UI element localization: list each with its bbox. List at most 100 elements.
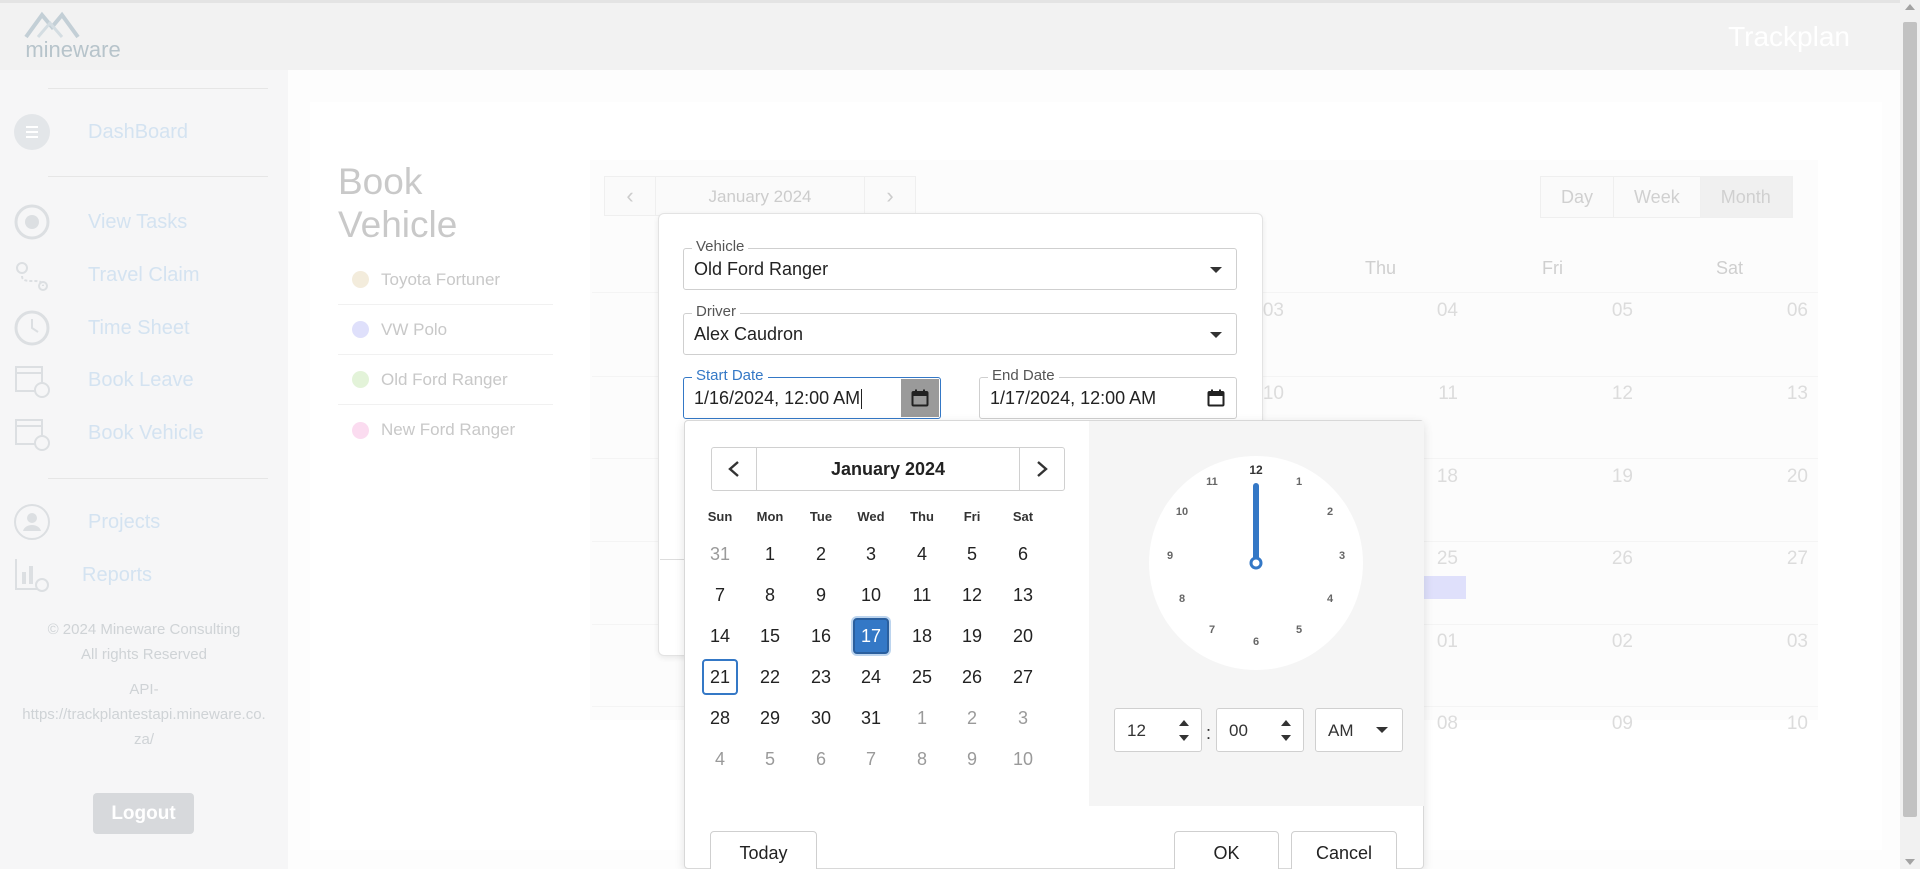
calendar-day[interactable]: 06 [1768,300,1808,322]
prev-month-button[interactable] [712,448,756,490]
picker-day[interactable]: 8 [904,741,940,777]
calendar-day[interactable]: 18 [1418,466,1458,488]
sidebar-item-time-sheet[interactable]: Time Sheet [0,304,288,352]
sidebar-item-reports[interactable]: Reports [0,551,288,599]
picker-day[interactable]: 5 [752,741,788,777]
driver-select[interactable]: Driver Alex Caudron [683,303,1237,355]
picker-day-selected[interactable]: 17 [853,618,889,654]
calendar-day[interactable]: 25 [1418,548,1458,570]
picker-day[interactable]: 22 [752,659,788,695]
picker-day[interactable]: 4 [702,741,738,777]
picker-day[interactable]: 23 [803,659,839,695]
picker-day[interactable]: 18 [904,618,940,654]
scroll-down-arrow-icon[interactable] [1905,859,1915,865]
calendar-day[interactable]: 11 [1418,383,1458,405]
view-day-button[interactable]: Day [1541,177,1615,217]
view-month-button[interactable]: Month [1700,177,1792,217]
picker-day[interactable]: 6 [1005,536,1041,572]
picker-day[interactable]: 28 [702,700,738,736]
logout-button[interactable]: Logout [93,793,194,834]
picker-day[interactable]: 15 [752,618,788,654]
picker-day[interactable]: 12 [954,577,990,613]
hour-spinner[interactable]: 12 [1114,708,1202,752]
picker-day[interactable]: 14 [702,618,738,654]
picker-day[interactable]: 9 [954,741,990,777]
scroll-up-arrow-icon[interactable] [1905,4,1915,10]
picker-day[interactable]: 16 [803,618,839,654]
scroll-thumb[interactable] [1903,22,1917,817]
vehicle-legend-item[interactable]: VW Polo [338,305,553,355]
picker-day[interactable]: 2 [954,700,990,736]
picker-day[interactable]: 1 [752,536,788,572]
picker-day[interactable]: 20 [1005,618,1041,654]
calendar-day[interactable]: 09 [1593,713,1633,735]
picker-day[interactable]: 5 [954,536,990,572]
sidebar-item-dashboard[interactable]: DashBoard [0,108,288,156]
picker-day[interactable]: 8 [752,577,788,613]
calendar-day[interactable]: 04 [1418,300,1458,322]
page-scrollbar[interactable] [1900,0,1920,869]
picker-day[interactable]: 13 [1005,577,1041,613]
decrement-arrow-icon[interactable] [1281,735,1291,741]
picker-day[interactable]: 26 [954,659,990,695]
vehicle-legend-item[interactable]: Old Ford Ranger [338,355,553,405]
ok-button[interactable]: OK [1174,831,1279,869]
picker-day[interactable]: 4 [904,536,940,572]
chevron-down-icon[interactable] [1210,332,1222,338]
picker-day[interactable]: 27 [1005,659,1041,695]
view-week-button[interactable]: Week [1614,177,1701,217]
picker-day[interactable]: 19 [954,618,990,654]
calendar-prev-button[interactable]: ‹ [605,183,655,209]
calendar-day[interactable]: 13 [1768,383,1808,405]
calendar-day[interactable]: 08 [1418,713,1458,735]
picker-day[interactable]: 11 [904,577,940,613]
calendar-toggle-button[interactable] [901,379,939,417]
calendar-day[interactable]: 02 [1593,631,1633,653]
picker-day[interactable]: 7 [702,577,738,613]
picker-day[interactable]: 6 [803,741,839,777]
increment-arrow-icon[interactable] [1179,720,1189,726]
next-month-button[interactable] [1020,448,1064,490]
calendar-day[interactable]: 03 [1768,631,1808,653]
picker-day[interactable]: 24 [853,659,889,695]
sidebar-item-view-tasks[interactable]: View Tasks [0,198,288,246]
picker-day[interactable]: 10 [1005,741,1041,777]
minute-spinner[interactable]: 00 [1216,708,1304,752]
sidebar-item-book-vehicle[interactable]: Book Vehicle [0,409,288,457]
picker-day[interactable]: 3 [853,536,889,572]
vehicle-select[interactable]: Vehicle Old Ford Ranger [683,238,1237,290]
picker-day-today[interactable]: 21 [702,659,738,695]
calendar-toggle-button[interactable] [1197,379,1235,417]
end-date-input[interactable]: End Date 1/17/2024, 12:00 AM [979,367,1237,419]
increment-arrow-icon[interactable] [1281,720,1291,726]
calendar-event-bar[interactable] [1424,576,1466,599]
picker-day[interactable]: 2 [803,536,839,572]
picker-day[interactable]: 9 [803,577,839,613]
sidebar-item-travel-claim[interactable]: Travel Claim [0,251,288,299]
sidebar-item-book-leave[interactable]: Book Leave [0,356,288,404]
calendar-next-button[interactable]: › [865,183,915,209]
vehicle-legend-item[interactable]: New Ford Ranger [338,405,553,455]
picker-day[interactable]: 29 [752,700,788,736]
picker-day[interactable]: 31 [702,536,738,572]
picker-month-title[interactable]: January 2024 [756,448,1020,490]
calendar-day[interactable]: 05 [1593,300,1633,322]
vehicle-legend-item[interactable]: Toyota Fortuner [338,255,553,305]
decrement-arrow-icon[interactable] [1179,735,1189,741]
cancel-button[interactable]: Cancel [1291,831,1397,869]
picker-day[interactable]: 3 [1005,700,1041,736]
calendar-day[interactable]: 12 [1593,383,1633,405]
picker-day[interactable]: 30 [803,700,839,736]
sidebar-item-projects[interactable]: Projects [0,498,288,546]
calendar-day[interactable]: 26 [1593,548,1633,570]
picker-day[interactable]: 25 [904,659,940,695]
picker-day[interactable]: 31 [853,700,889,736]
chevron-down-icon[interactable] [1210,267,1222,273]
ampm-select[interactable]: AM [1315,708,1403,752]
start-date-input[interactable]: Start Date 1/16/2024, 12:00 AM [683,367,941,419]
picker-day[interactable]: 7 [853,741,889,777]
picker-day[interactable]: 1 [904,700,940,736]
chevron-down-icon[interactable] [1376,727,1388,733]
analog-clock[interactable]: 12 1 2 3 4 5 6 7 8 9 10 11 [1149,456,1363,670]
picker-day[interactable]: 10 [853,577,889,613]
